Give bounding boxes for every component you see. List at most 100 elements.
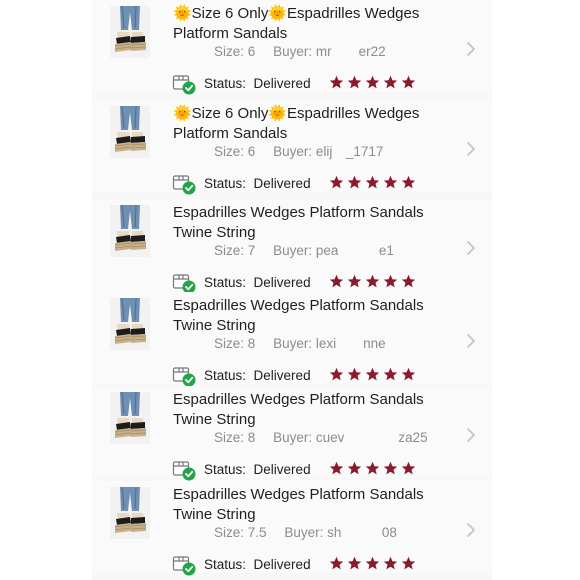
star-icon [329,367,344,381]
order-meta: Size: 6 Buyer: mr er22 [214,44,386,59]
product-thumbnail[interactable] [110,298,150,350]
order-status: Status: Delivered [204,462,311,477]
rating-stars [329,274,416,290]
sold-orders-screen: 🌞Size 6 Only🌞Espadrilles Wedges Platform… [0,0,580,580]
star-icon [329,75,344,89]
star-icon [401,461,416,475]
status-label: Status: [204,76,247,91]
buyer-label: Buyer: [273,243,313,258]
right-margin [492,0,580,580]
star-icon [383,461,398,475]
buyer-value: pea e1 [315,243,394,258]
chevron-right-icon[interactable] [464,426,478,444]
status-label: Status: [204,557,247,572]
star-icon [347,175,362,189]
size-label: Size: [214,430,245,445]
delivered-box-icon [172,556,196,576]
order-status: Status: Delivered [204,368,311,383]
listing-title[interactable]: Espadrilles Wedges Platform Sandals Twin… [173,296,463,336]
star-icon [365,75,380,89]
buyer-label: Buyer: [273,144,313,159]
size-label: Size: [214,44,245,59]
chevron-right-icon[interactable] [464,521,478,539]
star-icon [365,461,380,475]
order-status: Status: Delivered [204,557,311,572]
listing-title[interactable]: 🌞Size 6 Only🌞Espadrilles Wedges Platform… [173,4,463,44]
rating-stars [329,367,416,383]
star-icon [383,556,398,570]
delivered-box-icon [172,75,196,95]
star-icon [401,367,416,381]
star-icon [329,175,344,189]
listing-title[interactable]: Espadrilles Wedges Platform Sandals Twin… [173,390,463,430]
buyer-label: Buyer: [273,430,313,445]
size-value: 7 [247,243,256,258]
star-icon [383,75,398,89]
buyer-value: sh 08 [327,525,397,540]
buyer-value: lexi nne [315,336,386,351]
rating-stars [329,175,416,191]
status-value: Delivered [253,462,311,477]
product-thumbnail[interactable] [110,6,150,58]
order-meta: Size: 6 Buyer: elij _1717 [214,144,383,159]
product-thumbnail[interactable] [110,106,150,158]
order-row[interactable]: 🌞Size 6 Only🌞Espadrilles Wedges Platform… [92,0,492,95]
star-icon [365,175,380,189]
size-label: Size: [214,144,245,159]
order-row[interactable]: Espadrilles Wedges Platform Sandals Twin… [92,292,492,387]
star-icon [401,175,416,189]
star-icon [365,274,380,288]
order-status: Status: Delivered [204,275,311,290]
chevron-right-icon[interactable] [464,332,478,350]
listing-title[interactable]: Espadrilles Wedges Platform Sandals Twin… [173,203,463,243]
order-row[interactable]: 🌞Size 6 Only🌞Espadrilles Wedges Platform… [92,100,492,195]
order-status: Status: Delivered [204,176,311,191]
buyer-label: Buyer: [273,44,313,59]
star-icon [347,75,362,89]
order-meta: Size: 8 Buyer: cuev za25 [214,430,428,445]
rating-stars [329,75,416,91]
delivered-box-icon [172,367,196,387]
order-row[interactable]: Espadrilles Wedges Platform Sandals Twin… [92,481,492,576]
order-status: Status: Delivered [204,76,311,91]
star-icon [365,556,380,570]
status-value: Delivered [253,368,311,383]
listing-title[interactable]: 🌞Size 6 Only🌞Espadrilles Wedges Platform… [173,104,463,144]
rating-stars [329,556,416,572]
size-label: Size: [214,525,245,540]
size-value: 8 [247,336,256,351]
status-label: Status: [204,275,247,290]
product-thumbnail[interactable] [110,392,150,444]
star-icon [329,274,344,288]
product-thumbnail[interactable] [110,205,150,257]
star-icon [347,274,362,288]
buyer-label: Buyer: [273,336,313,351]
rating-stars [329,461,416,477]
star-icon [401,556,416,570]
status-label: Status: [204,176,247,191]
size-label: Size: [214,243,245,258]
status-value: Delivered [253,176,311,191]
listing-title[interactable]: Espadrilles Wedges Platform Sandals Twin… [173,485,463,525]
order-list[interactable]: 🌞Size 6 Only🌞Espadrilles Wedges Platform… [92,0,492,580]
star-icon [383,274,398,288]
product-thumbnail[interactable] [110,487,150,539]
size-value: 6 [247,144,256,159]
star-icon [329,556,344,570]
chevron-right-icon[interactable] [464,239,478,257]
order-row[interactable]: Espadrilles Wedges Platform Sandals Twin… [92,386,492,481]
star-icon [401,75,416,89]
chevron-right-icon[interactable] [464,40,478,58]
order-row[interactable]: Espadrilles Wedges Platform Sandals Twin… [92,199,492,294]
star-icon [401,274,416,288]
star-icon [383,175,398,189]
order-meta: Size: 7.5 Buyer: sh 08 [214,525,397,540]
order-meta: Size: 8 Buyer: lexi nne [214,336,386,351]
status-value: Delivered [253,275,311,290]
size-value: 8 [247,430,256,445]
status-value: Delivered [253,76,311,91]
chevron-right-icon[interactable] [464,140,478,158]
buyer-value: cuev za25 [315,430,428,445]
buyer-value: mr er22 [315,44,386,59]
star-icon [347,556,362,570]
